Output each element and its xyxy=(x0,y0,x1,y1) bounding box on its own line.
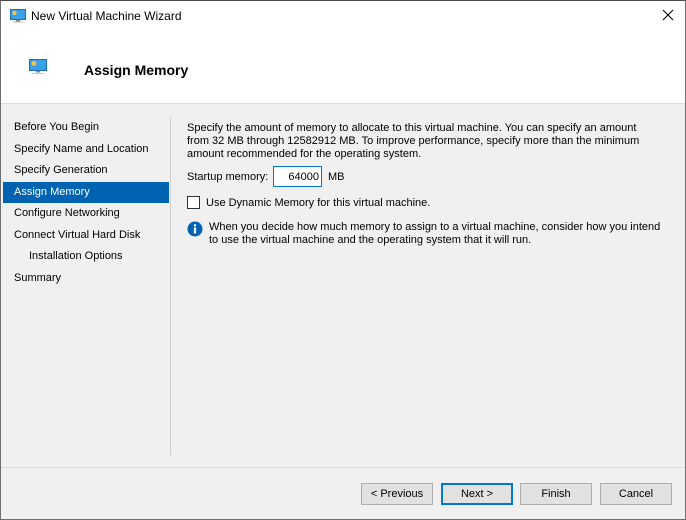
wizard-window: New Virtual Machine Wizard Assign Memory… xyxy=(0,0,686,520)
previous-button[interactable]: < Previous xyxy=(361,483,433,505)
title-bar: New Virtual Machine Wizard xyxy=(1,1,685,32)
monitor-icon xyxy=(29,59,47,75)
info-note: When you decide how much memory to assig… xyxy=(187,221,669,247)
nav-item-specify-name-and-location[interactable]: Specify Name and Location xyxy=(3,139,169,161)
nav-item-before-you-begin[interactable]: Before You Begin xyxy=(3,117,169,139)
wizard-steps-nav: Before You Begin Specify Name and Locati… xyxy=(3,117,169,289)
startup-memory-label: Startup memory: xyxy=(187,170,269,183)
startup-memory-row: Startup memory: MB xyxy=(187,166,345,187)
content-panel: Specify the amount of memory to allocate… xyxy=(187,122,667,246)
page-title: Assign Memory xyxy=(84,62,189,78)
nav-item-summary[interactable]: Summary xyxy=(3,268,169,290)
info-icon xyxy=(187,221,203,237)
cancel-button[interactable]: Cancel xyxy=(600,483,672,505)
nav-item-specify-generation[interactable]: Specify Generation xyxy=(3,160,169,182)
vertical-divider xyxy=(170,117,171,455)
horizontal-divider xyxy=(1,467,685,468)
nav-item-installation-options[interactable]: Installation Options xyxy=(3,246,169,268)
dynamic-memory-label[interactable]: Use Dynamic Memory for this virtual mach… xyxy=(206,197,430,209)
page-header: Assign Memory xyxy=(1,32,685,104)
close-icon xyxy=(662,9,674,24)
nav-item-configure-networking[interactable]: Configure Networking xyxy=(3,203,169,225)
window-title: New Virtual Machine Wizard xyxy=(31,9,182,23)
close-button[interactable] xyxy=(651,1,685,32)
next-button[interactable]: Next > xyxy=(441,483,513,505)
nav-item-connect-virtual-hard-disk[interactable]: Connect Virtual Hard Disk xyxy=(3,225,169,247)
startup-memory-input[interactable] xyxy=(273,166,322,187)
memory-unit-label: MB xyxy=(328,170,345,183)
description-text: Specify the amount of memory to allocate… xyxy=(187,122,640,160)
monitor-icon xyxy=(10,9,26,23)
info-text: When you decide how much memory to assig… xyxy=(209,221,661,246)
nav-item-assign-memory[interactable]: Assign Memory xyxy=(3,181,169,203)
finish-button[interactable]: Finish xyxy=(520,483,592,505)
dynamic-memory-row: Use Dynamic Memory for this virtual mach… xyxy=(187,196,430,209)
dynamic-memory-checkbox[interactable] xyxy=(187,196,200,209)
